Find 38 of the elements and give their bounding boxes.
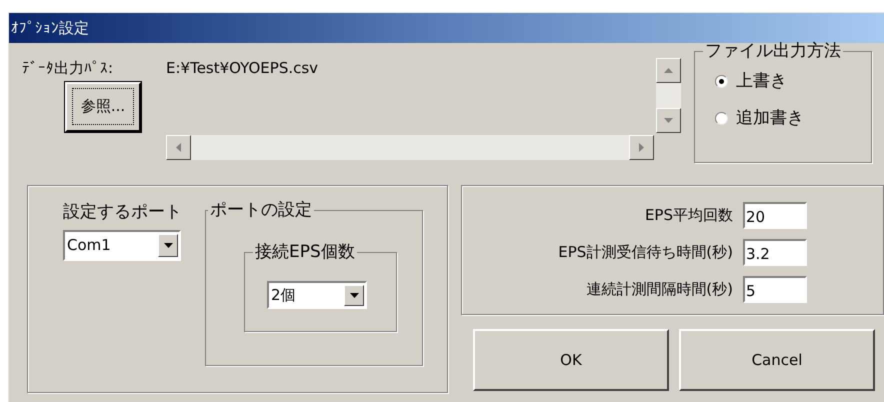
horizontal-scrollbar[interactable] [166, 134, 654, 160]
eps-count-dropdown[interactable]: 2個 [267, 281, 367, 309]
vertical-scrollbar[interactable] [656, 58, 681, 133]
scroll-up-button[interactable] [656, 58, 681, 83]
dialog-button[interactable]: Cancel [679, 329, 875, 391]
scroll-right-button[interactable] [629, 134, 654, 160]
data-path-value: E:¥Test¥OYOEPS.csv [166, 58, 318, 79]
data-path-label: ﾃﾞｰﾀ出力ﾊﾟｽ: [22, 58, 114, 79]
group-title: ポートの設定 [209, 199, 313, 222]
right-arrow-icon [639, 142, 644, 152]
port-dropdown[interactable]: Com1 [63, 230, 181, 260]
input-field[interactable]: 3.2 [743, 239, 807, 266]
scroll-left-button[interactable] [166, 134, 191, 160]
down-arrow-icon [664, 118, 673, 123]
port-label: 設定するポート [63, 201, 181, 224]
caret-icon [164, 242, 172, 248]
input-field[interactable]: 5 [743, 276, 807, 303]
radio-label: 上書き [736, 70, 787, 92]
group-title: 接続EPS個数 [254, 240, 356, 264]
radio-option[interactable]: 追加書き [715, 106, 871, 132]
dropdown-arrow-button[interactable] [344, 284, 364, 306]
field-label: EPS計測受信待ち時間(秒) [558, 242, 733, 264]
browse-button[interactable]: 参照... [65, 82, 141, 132]
input-field[interactable]: 20 [743, 202, 807, 229]
dropdown-arrow-button[interactable] [158, 234, 178, 256]
field-label: 連続計測間隔時間(秒) [586, 279, 733, 300]
caret-icon [350, 292, 358, 298]
scroll-down-button[interactable] [656, 108, 681, 133]
left-arrow-icon [176, 142, 181, 152]
radio-option[interactable]: 上書き [715, 68, 871, 94]
radio-button[interactable] [715, 112, 728, 126]
field-label: EPS平均回数 [644, 205, 733, 226]
up-arrow-icon [664, 68, 673, 73]
window-title: ｵﾌﾟｼｮﾝ設定 [11, 18, 89, 39]
dialog-button[interactable]: OK [473, 329, 669, 391]
radio-button[interactable] [715, 74, 728, 88]
radio-label: 追加書き [736, 107, 804, 130]
group-title: ファイル出力方法 [704, 40, 842, 63]
